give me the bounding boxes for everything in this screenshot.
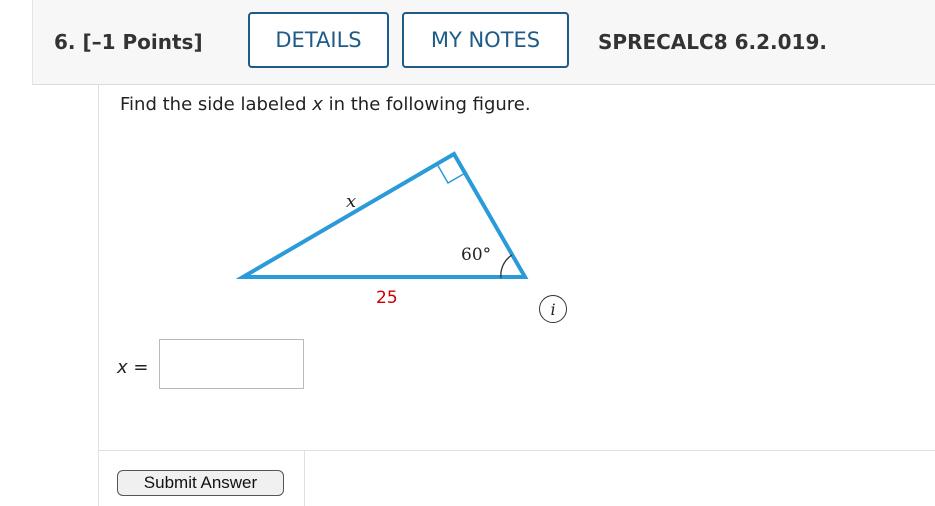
base-label: 25 [376, 288, 398, 308]
answer-label-var: x [117, 357, 128, 378]
prompt-text-before: Find the side labeled [120, 94, 313, 115]
answer-label-eq: = [127, 357, 149, 378]
problem-code: SPRECALC8 6.2.019. [598, 30, 827, 54]
content-left-border [98, 84, 99, 506]
submit-answer-button[interactable]: Submit Answer [117, 470, 284, 496]
points-label: [–1 Points] [82, 30, 203, 54]
prompt-variable: x [312, 94, 323, 115]
answer-input[interactable] [159, 339, 304, 389]
footer-divider [98, 450, 935, 451]
question-prompt: Find the side labeled x in the following… [120, 94, 531, 115]
my-notes-button[interactable]: MY NOTES [402, 12, 569, 68]
angle-label: 60° [461, 245, 491, 265]
triangle-svg: x 60° 25 [235, 151, 529, 308]
angle-arc [500, 254, 513, 279]
info-icon[interactable]: i [539, 295, 567, 323]
question-number: 6. [54, 30, 76, 54]
prompt-text-after: in the following figure. [322, 94, 531, 115]
details-button[interactable]: DETAILS [248, 12, 389, 68]
triangle-figure: x 60° 25 [235, 146, 536, 320]
answer-label: x = [117, 357, 148, 378]
side-label-x: x [346, 191, 356, 212]
footer-vertical-divider [304, 450, 305, 506]
question-number-points: 6. [–1 Points] [54, 30, 203, 54]
